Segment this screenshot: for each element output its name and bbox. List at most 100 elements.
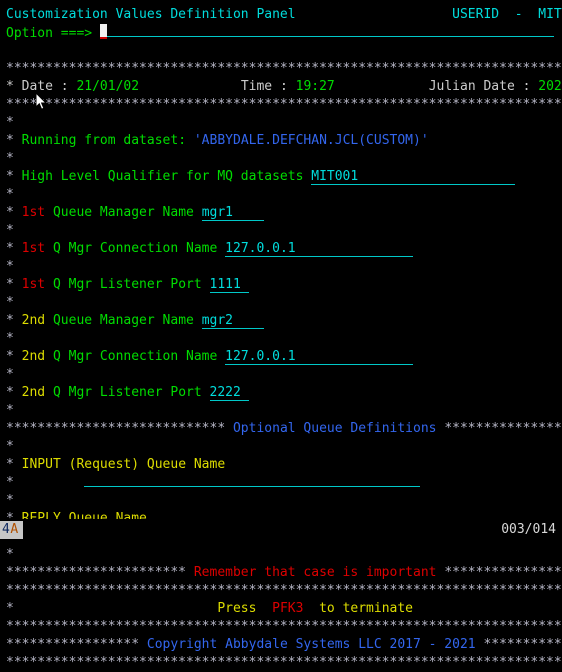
separator-top: ****************************************… xyxy=(6,60,562,78)
time-label: Time : xyxy=(240,79,288,94)
sp xyxy=(202,385,210,400)
border-row-2: * * xyxy=(6,150,562,168)
sp xyxy=(217,349,225,364)
userid-separator: - xyxy=(514,7,523,22)
left-star: * xyxy=(6,187,14,202)
left-star: * xyxy=(6,475,14,490)
pfk3-key: PFK3 xyxy=(272,601,304,616)
field-prefix: 1st xyxy=(21,205,46,220)
optional-input-row-input-request-queue-name: * * xyxy=(6,474,562,492)
separator-second: ****************************************… xyxy=(6,96,562,114)
gap-trail xyxy=(420,475,562,490)
field-row-first-qmgr-connection-name: * 1st Q Mgr Connection Name 127.0.0.1 * xyxy=(6,240,562,258)
left-star: * xyxy=(6,223,14,238)
page-title: Customization Values Definition Panel xyxy=(6,7,296,22)
field-input-second-qmgr-connection-name[interactable]: 127.0.0.1 xyxy=(225,349,414,365)
gap-trail xyxy=(225,457,562,472)
field-prefix: 2nd xyxy=(21,313,46,328)
sp3 xyxy=(288,79,296,94)
separator-stars-3: ****************************************… xyxy=(6,583,562,598)
status-bar: 4A 003/014 xyxy=(0,519,562,541)
border-row-field-2: * * xyxy=(6,258,562,276)
left-star: * xyxy=(6,403,14,418)
sp xyxy=(45,313,53,328)
left-star: * xyxy=(6,313,14,328)
border-row-1: * * xyxy=(6,114,562,132)
field-input-first-qmgr-connection-name[interactable]: 127.0.0.1 xyxy=(225,241,414,257)
optional-field-label: INPUT (Request) Queue Name xyxy=(21,457,226,472)
terminate-row: * Press PFK3 to terminate * xyxy=(6,600,562,618)
separator-fourth: ****************************************… xyxy=(6,618,562,636)
border-row-opt-last: * * xyxy=(6,546,562,564)
left-star: * xyxy=(6,151,14,166)
field-label: Queue Manager Name xyxy=(52,205,194,220)
dataset-row: * Running from dataset: 'ABBYDALE.DEFCHA… xyxy=(6,132,562,150)
date-value: 21/01/02 xyxy=(76,79,140,94)
gap-trail xyxy=(264,205,562,220)
sp xyxy=(45,205,53,220)
sp xyxy=(139,637,147,652)
gap3 xyxy=(429,133,562,148)
optional-banner-row: **************************** Optional Qu… xyxy=(6,420,562,438)
field-input-second-qmgr-listener-port[interactable]: 2222 xyxy=(209,385,249,401)
copyright-right-stars: ***************** xyxy=(483,637,562,652)
field-label: Q Mgr Connection Name xyxy=(52,241,218,256)
session-indicator: 4A xyxy=(0,521,23,539)
optional-right-stars: ***************************** xyxy=(444,421,562,436)
border-row-field-3: * * xyxy=(6,294,562,312)
case-banner-row: *********************** Remember that ca… xyxy=(6,564,562,582)
field-input-high-level-qualifier[interactable]: MIT001 xyxy=(311,169,515,185)
field-input-second-queue-manager-name[interactable]: mgr2 xyxy=(201,313,265,329)
option-input[interactable] xyxy=(106,24,554,37)
field-row-second-qmgr-listener-port: * 2nd Q Mgr Listener Port 2222 * xyxy=(6,384,562,402)
field-rows-container: * High Level Qualifier for MQ datasets M… xyxy=(6,168,562,420)
field-prefix: 2nd xyxy=(21,349,46,364)
border-row-field-1: * * xyxy=(6,222,562,240)
left-star: * xyxy=(6,205,14,220)
optional-field-input-input-request-queue-name[interactable] xyxy=(84,474,421,487)
sp xyxy=(186,565,194,580)
press-label: Press xyxy=(217,601,257,616)
left-star: * xyxy=(6,349,14,364)
left-star: * xyxy=(6,169,14,184)
field-prefix: 1st xyxy=(21,241,46,256)
field-label: Q Mgr Listener Port xyxy=(52,385,202,400)
field-row-high-level-qualifier: * High Level Qualifier for MQ datasets M… xyxy=(6,168,562,186)
field-row-first-qmgr-listener-port: * 1st Q Mgr Listener Port 1111 * xyxy=(6,276,562,294)
gap-trail xyxy=(249,385,562,400)
field-label: Q Mgr Connection Name xyxy=(52,349,218,364)
field-label: Queue Manager Name xyxy=(52,313,194,328)
copyright-left-stars: ***************** xyxy=(6,637,140,652)
field-input-first-queue-manager-name[interactable]: mgr1 xyxy=(201,205,265,221)
sp2 xyxy=(303,601,319,616)
left-star: * xyxy=(6,277,14,292)
header-gap xyxy=(296,7,453,22)
separator-stars-5: ****************************************… xyxy=(6,655,562,670)
userid-gap2 xyxy=(523,7,539,22)
separator-third: ****************************************… xyxy=(6,582,562,600)
separator-fifth: ****************************************… xyxy=(6,654,562,672)
userid-gap xyxy=(499,7,515,22)
field-input-first-qmgr-listener-port[interactable]: 1111 xyxy=(209,277,249,293)
optional-fields-container: * INPUT (Request) Queue Name ** ** ** RE… xyxy=(6,456,562,564)
gap2 xyxy=(186,133,194,148)
sp xyxy=(45,241,53,256)
gap-trail xyxy=(413,241,562,256)
left-star: * xyxy=(6,601,14,616)
border-row-field-5: * * xyxy=(6,366,562,384)
